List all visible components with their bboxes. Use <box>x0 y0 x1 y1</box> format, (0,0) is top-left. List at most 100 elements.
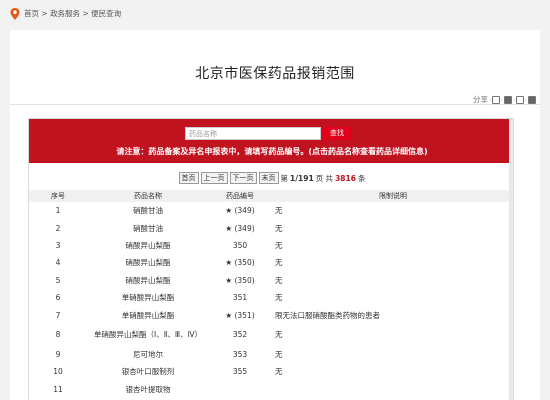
limit-description: 限无法口服硝酸酯类药物的患者 <box>275 310 380 320</box>
limit-description: 无 <box>275 275 283 285</box>
row-number: 7 <box>55 310 61 320</box>
drug-code: ★ (349) <box>209 202 271 219</box>
table-header-row: 序号 药品名称 药品编号 限制说明 <box>29 190 513 202</box>
drug-code: ★ (351) <box>209 306 271 323</box>
share-qq-icon[interactable] <box>516 95 524 104</box>
drug-name-link[interactable]: 硝酸异山梨酯 <box>87 272 209 289</box>
drug-code-value: 353 <box>232 349 248 359</box>
drug-name-link[interactable]: 银杏叶口服制剂 <box>87 363 209 380</box>
star-icon: ★ <box>225 258 233 268</box>
next-page-button[interactable]: 下一页 <box>229 172 257 184</box>
col-header-no: 序号 <box>51 192 65 200</box>
star-icon: ★ <box>225 206 233 216</box>
breadcrumb-current[interactable]: 便民查询 <box>91 9 121 18</box>
divider <box>10 104 540 105</box>
drug-name-link[interactable]: 硝酸异山梨酯 <box>87 237 209 254</box>
star-icon: ★ <box>225 223 233 233</box>
drug-code-value: (351) <box>234 310 255 320</box>
row-number: 4 <box>55 258 61 268</box>
drug-name-link[interactable]: 单硝酸异山梨酯 <box>87 289 209 306</box>
col-header-code: 药品编号 <box>226 192 254 200</box>
drug-code: ★ (350) <box>209 254 271 271</box>
row-number: 11 <box>53 384 63 394</box>
notice-text: 请注意：药品备案及异名申报表中，请填写药品编号。(点击药品名称查看药品详细信息) <box>116 147 428 156</box>
drug-name-link[interactable]: 硝酸甘油 <box>87 219 209 236</box>
drug-code: 352 <box>209 324 271 346</box>
table-row[interactable]: 5 硝酸异山梨酯 ★ (350) 无 <box>29 272 513 289</box>
drug-code-value: 355 <box>232 367 248 377</box>
drug-name-link[interactable]: 尼可地尔 <box>87 346 209 363</box>
drug-name-link[interactable]: 单硝酸异山梨酯（Ⅰ、Ⅱ、Ⅲ、Ⅳ） <box>87 324 209 346</box>
total-count: 3816 <box>335 173 356 183</box>
drug-code-value: (350) <box>234 275 255 285</box>
row-number: 2 <box>55 223 61 233</box>
drug-code: ★ (350) <box>209 272 271 289</box>
print-icon[interactable] <box>528 95 536 104</box>
row-number: 1 <box>55 206 61 216</box>
search-header: 查找 请注意：药品备案及异名申报表中，请填写药品编号。(点击药品名称查看药品详细… <box>29 119 513 163</box>
limit-description: 无 <box>275 293 283 303</box>
limit-description: 无 <box>275 258 283 268</box>
limit-description: 无 <box>275 367 283 377</box>
table-row[interactable]: 11 银杏叶提取物 <box>29 381 513 398</box>
breadcrumb-separator: > <box>39 9 51 18</box>
page-suffix: 页 共 <box>315 173 334 183</box>
table-row[interactable]: 10 银杏叶口服制剂 355 无 <box>29 363 513 380</box>
col-header-name: 药品名称 <box>134 192 162 200</box>
table-row[interactable]: 1 硝酸甘油 ★ (349) 无 <box>29 202 513 219</box>
drug-code-value: (350) <box>234 258 255 268</box>
drug-code-value: 352 <box>232 330 248 340</box>
search-button[interactable]: 查找 <box>322 127 352 140</box>
page-prefix: 第 <box>280 173 289 183</box>
drug-code-value: 351 <box>232 293 248 303</box>
table-row[interactable]: 7 单硝酸异山梨酯 ★ (351) 限无法口服硝酸酯类药物的患者 <box>29 306 513 323</box>
table-row[interactable]: 4 硝酸异山梨酯 ★ (350) 无 <box>29 254 513 271</box>
drug-code: 353 <box>209 346 271 363</box>
breadcrumb-separator: > <box>80 9 92 18</box>
breadcrumb-home[interactable]: 首页 <box>24 9 39 18</box>
col-header-limit: 限制说明 <box>379 192 407 200</box>
table-row[interactable]: 8 单硝酸异山梨酯（Ⅰ、Ⅱ、Ⅲ、Ⅳ） 352 无 <box>29 324 513 346</box>
limit-description: 无 <box>275 349 283 359</box>
first-page-button[interactable]: 首页 <box>178 172 199 184</box>
drug-table: 序号 药品名称 药品编号 限制说明 1 硝酸甘油 ★ (349) 无 2 硝酸甘油 ★ (3… <box>29 190 513 398</box>
query-panel: 查找 请注意：药品备案及异名申报表中，请填写药品编号。(点击药品名称查看药品详细… <box>28 118 514 400</box>
row-number: 5 <box>55 275 61 285</box>
row-number: 6 <box>55 293 61 303</box>
location-pin-icon <box>10 8 20 20</box>
share-wechat-icon[interactable] <box>504 95 512 104</box>
table-row[interactable]: 2 硝酸甘油 ★ (349) 无 <box>29 219 513 236</box>
scrollbar[interactable] <box>509 119 513 400</box>
count-suffix: 条 <box>357 173 366 183</box>
prev-page-button[interactable]: 上一页 <box>200 172 228 184</box>
drug-code <box>209 381 271 398</box>
limit-description: 无 <box>275 223 283 233</box>
drug-name-link[interactable]: 硝酸异山梨酯 <box>87 254 209 271</box>
share-weibo-icon[interactable] <box>492 95 500 104</box>
top-bar: 首页 > 政务服务 > 便民查询 <box>0 0 550 30</box>
drug-name-link[interactable]: 硝酸甘油 <box>87 202 209 219</box>
limit-description <box>271 381 513 398</box>
drug-code-value: (349) <box>234 206 255 216</box>
row-number: 9 <box>55 349 61 359</box>
drug-name-link[interactable]: 单硝酸异山梨酯 <box>87 306 209 323</box>
breadcrumb: 首页 > 政务服务 > 便民查询 <box>24 8 121 19</box>
drug-name-link[interactable]: 银杏叶提取物 <box>87 381 209 398</box>
drug-code: 355 <box>209 363 271 380</box>
drug-code: 351 <box>209 289 271 306</box>
drug-code-value: (349) <box>234 223 255 233</box>
table-row[interactable]: 3 硝酸异山梨酯 350 无 <box>29 237 513 254</box>
drug-code-value: 350 <box>232 240 248 250</box>
last-page-button[interactable]: 末页 <box>258 172 279 184</box>
limit-description: 无 <box>275 330 283 340</box>
breadcrumb-gov-services[interactable]: 政务服务 <box>50 9 80 18</box>
table-row[interactable]: 6 单硝酸异山梨酯 351 无 <box>29 289 513 306</box>
table-row[interactable]: 9 尼可地尔 353 无 <box>29 346 513 363</box>
drug-search-input[interactable] <box>185 127 321 140</box>
row-number: 10 <box>53 367 63 377</box>
page-title: 北京市医保药品报销范围 <box>195 66 355 82</box>
row-number: 8 <box>55 330 61 340</box>
row-number: 3 <box>55 240 61 250</box>
page-indicator: 1/191 <box>290 173 314 183</box>
limit-description: 无 <box>275 206 283 216</box>
